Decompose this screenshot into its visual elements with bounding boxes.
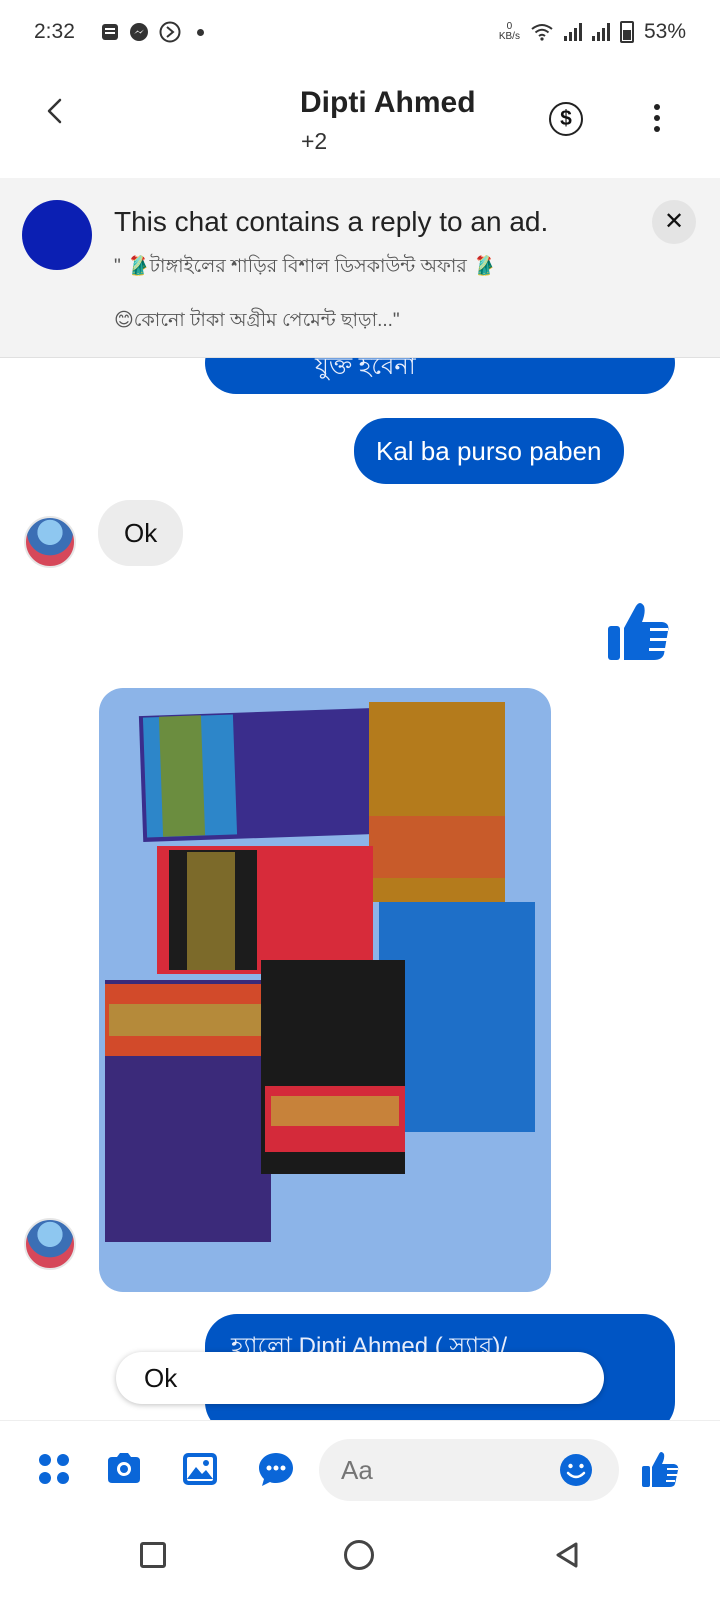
ad-banner-text-line2: 😊কোনো টাকা অগ্রীম পেমেন্ট ছাড়া..." — [114, 310, 400, 331]
incoming-message[interactable]: Ok — [98, 500, 184, 566]
notification-dot-icon — [196, 28, 204, 36]
quick-reply-suggestion[interactable]: Ok — [116, 1352, 604, 1404]
messenger-icon — [129, 23, 148, 41]
thumbs-up-sticker-icon[interactable] — [606, 598, 672, 664]
chat-bubble-more-icon[interactable] — [256, 1449, 296, 1489]
net-speed-unit: KB/s — [498, 31, 520, 42]
message-list[interactable]: যুক্ত হবেনা Kal ba purso paben Ok হ্যালো… — [0, 180, 720, 1420]
signal-2-icon — [591, 23, 610, 41]
net-speed: 0 KB/s — [499, 22, 520, 42]
app-icon — [159, 21, 181, 43]
nav-back-icon[interactable] — [552, 1540, 582, 1570]
more-options-icon[interactable] — [654, 104, 662, 137]
more-actions-icon[interactable] — [34, 1449, 74, 1489]
system-navigation-bar — [0, 1518, 720, 1600]
notes-icon — [101, 24, 118, 40]
ad-reply-banner[interactable]: This chat contains a reply to an ad. " 🥻… — [0, 178, 720, 358]
message-input[interactable] — [341, 1439, 541, 1501]
battery-icon — [619, 21, 634, 43]
outgoing-message[interactable]: Kal ba purso paben — [354, 418, 624, 484]
chat-header: Dipti Ahmed +2 $ — [0, 64, 720, 178]
ad-avatar — [22, 200, 92, 270]
message-input-container — [319, 1439, 619, 1501]
status-bar: 2:32 0 KB/s 53% — [0, 0, 720, 64]
participants-count[interactable]: +2 — [301, 128, 327, 155]
message-composer — [0, 1420, 720, 1518]
emoji-icon[interactable] — [559, 1453, 593, 1487]
battery-level: 53% — [643, 20, 686, 43]
recent-apps-icon[interactable] — [140, 1542, 166, 1568]
payment-dollar-icon[interactable]: $ — [549, 102, 583, 136]
contact-avatar[interactable] — [24, 516, 76, 568]
contact-name[interactable]: Dipti Ahmed — [300, 86, 476, 120]
saree-photo[interactable] — [99, 688, 551, 1292]
back-arrow-icon[interactable] — [38, 94, 72, 128]
contact-avatar[interactable] — [24, 1218, 76, 1270]
camera-icon[interactable] — [104, 1449, 144, 1489]
status-time: 2:32 — [34, 20, 75, 43]
gallery-icon[interactable] — [180, 1449, 220, 1489]
signal-icon — [563, 23, 582, 41]
wifi-icon — [531, 24, 553, 41]
home-icon[interactable] — [344, 1540, 374, 1570]
like-icon[interactable] — [640, 1449, 680, 1489]
ad-banner-title: This chat contains a reply to an ad. — [114, 206, 549, 237]
ad-banner-text-line1: " 🥻টাঙ্গাইলের শাড়ির বিশাল ডিসকাউন্ট অফা… — [114, 256, 496, 277]
close-icon[interactable]: ✕ — [652, 200, 696, 244]
